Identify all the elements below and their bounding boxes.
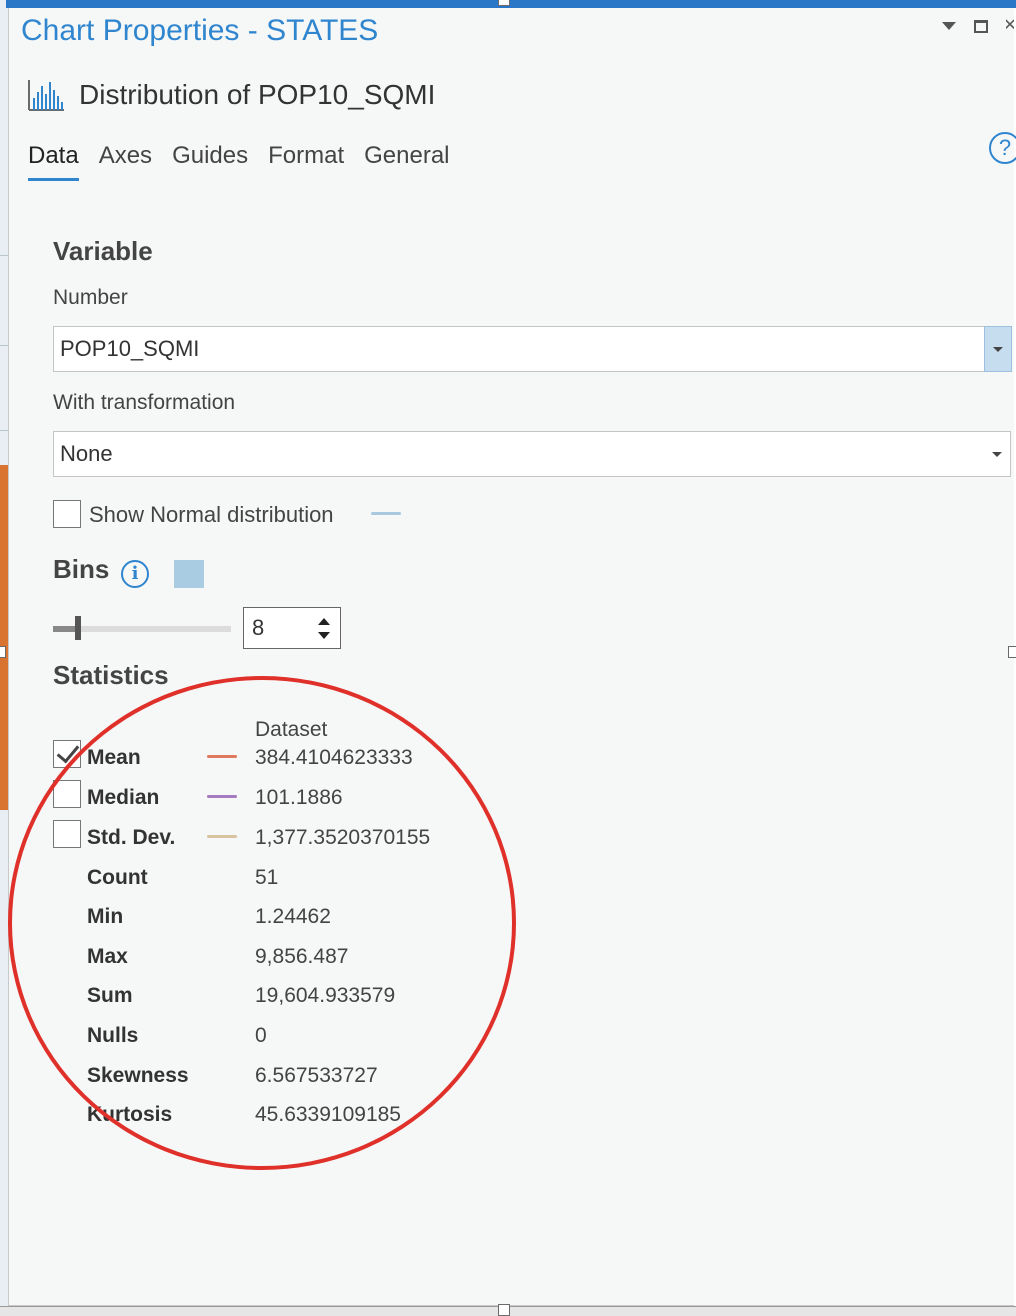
- stat-name: Mean: [87, 746, 141, 769]
- histogram-icon: [28, 80, 64, 111]
- background-line: [0, 345, 8, 346]
- tab-guides[interactable]: Guides: [172, 142, 248, 181]
- show-normal-checkbox[interactable]: [53, 500, 81, 528]
- bins-slider-fill: [53, 626, 77, 632]
- number-label: Number: [53, 286, 128, 309]
- transformation-value: None: [60, 441, 113, 466]
- resize-handle-left[interactable]: [0, 646, 6, 658]
- property-tabs: Data Axes Guides Format General: [28, 142, 450, 181]
- normal-distribution-line-swatch: [371, 512, 401, 515]
- stat-name: Std. Dev.: [87, 826, 176, 849]
- resize-handle-bottom[interactable]: [498, 1304, 510, 1316]
- stat-row-mean: Mean 384.4104623333: [9, 740, 609, 782]
- stat-row-kurtosis: Kurtosis 45.6339109185: [9, 1103, 609, 1139]
- stat-row-skewness: Skewness 6.567533727: [9, 1064, 609, 1100]
- stat-value: 19,604.933579: [255, 984, 396, 1007]
- median-line-swatch: [207, 795, 237, 798]
- info-icon[interactable]: i: [121, 560, 149, 588]
- dropdown-arrow-icon[interactable]: [984, 326, 1012, 372]
- stat-value: 101.1886: [255, 786, 343, 809]
- maximize-icon[interactable]: [974, 19, 988, 33]
- stat-value: 1,377.3520370155: [255, 826, 431, 849]
- stat-row-max: Max 9,856.487: [9, 945, 609, 981]
- median-checkbox[interactable]: [53, 780, 81, 808]
- window-controls: ✕: [942, 18, 1014, 34]
- stat-value: 51: [255, 866, 279, 889]
- stat-row-min: Min 1.24462: [9, 905, 609, 941]
- chart-name: Distribution of POP10_SQMI: [79, 79, 436, 110]
- stat-name: Count: [87, 866, 148, 889]
- stat-value: 1.24462: [255, 905, 331, 928]
- stat-name: Sum: [87, 984, 133, 1007]
- bins-slider-thumb[interactable]: [75, 616, 81, 640]
- tab-general[interactable]: General: [364, 142, 449, 181]
- stat-row-std-dev: Std. Dev. 1,377.3520370155: [9, 820, 609, 862]
- tab-format[interactable]: Format: [268, 142, 344, 181]
- tab-axes[interactable]: Axes: [99, 142, 152, 181]
- stat-row-median: Median 101.1886: [9, 780, 609, 822]
- stat-value: 9,856.487: [255, 945, 349, 968]
- stat-name: Min: [87, 905, 124, 928]
- chart-properties-pane: Chart Properties - STATES ✕ Distribution…: [8, 8, 1016, 1306]
- stat-name: Median: [87, 786, 160, 809]
- help-icon[interactable]: ?: [989, 132, 1016, 164]
- bins-heading: Bins: [53, 554, 110, 584]
- stat-value: 384.4104623333: [255, 746, 413, 769]
- stat-value: 45.6339109185: [255, 1103, 401, 1126]
- chart-header: Distribution of POP10_SQMI: [27, 78, 435, 112]
- close-icon[interactable]: ✕: [1006, 18, 1014, 34]
- mean-checkbox[interactable]: [53, 740, 81, 768]
- selection-bar: [6, 0, 1016, 8]
- stat-name: Nulls: [87, 1024, 139, 1047]
- stat-name: Kurtosis: [87, 1103, 173, 1126]
- dropdown-arrow-icon[interactable]: [992, 452, 1002, 457]
- show-normal-label: Show Normal distribution: [89, 502, 334, 527]
- transformation-label: With transformation: [53, 391, 236, 414]
- mean-line-swatch: [207, 755, 237, 758]
- stat-row-count: Count 51: [9, 866, 609, 902]
- std-dev-checkbox[interactable]: [53, 820, 81, 848]
- pane-title: Chart Properties - STATES: [21, 14, 379, 47]
- number-field-dropdown[interactable]: POP10_SQMI: [53, 326, 1012, 372]
- variable-heading: Variable: [53, 236, 153, 266]
- increment-arrow-icon[interactable]: [318, 618, 330, 625]
- decrement-arrow-icon[interactable]: [318, 632, 330, 639]
- statistics-column-header: Dataset: [255, 718, 328, 741]
- dropdown-triangle-icon[interactable]: [942, 21, 956, 31]
- statistics-heading: Statistics: [53, 660, 169, 690]
- stat-row-sum: Sum 19,604.933579: [9, 984, 609, 1020]
- background-map-feature: [0, 465, 8, 810]
- stat-name: Skewness: [87, 1064, 189, 1087]
- stat-value: 0: [255, 1024, 267, 1047]
- tab-data[interactable]: Data: [28, 142, 79, 181]
- resize-handle-right[interactable]: [1008, 646, 1016, 658]
- resize-handle-top[interactable]: [498, 0, 510, 6]
- background-line: [0, 255, 8, 256]
- number-field-value: POP10_SQMI: [60, 336, 200, 361]
- background-line: [0, 430, 8, 431]
- stat-value: 6.567533727: [255, 1064, 378, 1087]
- std-dev-line-swatch: [207, 835, 237, 838]
- transformation-dropdown[interactable]: None: [53, 431, 1011, 477]
- stat-name: Max: [87, 945, 128, 968]
- bin-color-swatch[interactable]: [174, 560, 204, 588]
- bins-value: 8: [252, 615, 265, 640]
- bins-stepper[interactable]: 8: [243, 607, 341, 649]
- stat-row-nulls: Nulls 0: [9, 1024, 609, 1060]
